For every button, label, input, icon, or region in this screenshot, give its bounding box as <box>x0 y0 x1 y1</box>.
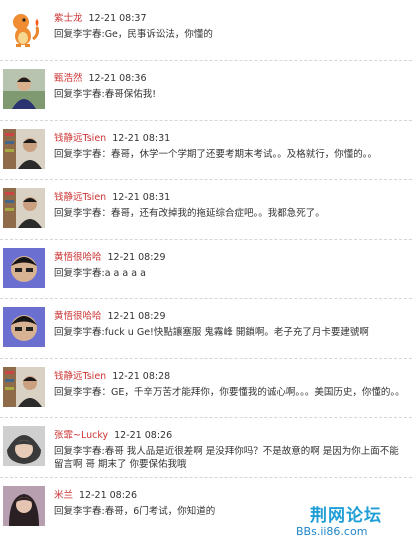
user-photo-icon <box>3 486 45 526</box>
comment-item: 黄悟很哈哈 12-21 08:29 回复李宇春:fuck u Ge!快點讓塞服 鬼… <box>0 298 412 359</box>
user-photo-icon <box>3 248 45 288</box>
comment-text: 回复李宇春：GE，千辛万苦才能拜你，你要懂我的诚心啊。。。美国历史，你懂的。。 <box>54 387 405 398</box>
comment-item: 黄悟很哈哈 12-21 08:29 回复李宇春:a a a a a <box>0 239 412 299</box>
avatar[interactable] <box>3 367 45 407</box>
avatar[interactable] <box>3 69 45 109</box>
comment-timestamp: 12-21 08:31 <box>112 192 171 203</box>
charmander-avatar-icon <box>3 9 45 49</box>
comment-username[interactable]: 钱静远Tsien <box>54 371 106 382</box>
comment-timestamp: 12-21 08:31 <box>112 133 171 144</box>
comment-item: 紫士龙 12-21 08:37 回复李宇春:Ge，民事诉讼法，你懂的 <box>0 0 412 61</box>
comment-timestamp: 12-21 08:26 <box>79 490 138 501</box>
user-photo-icon <box>3 129 45 169</box>
comment-username[interactable]: 黄悟很哈哈 <box>54 252 102 263</box>
comment-text: 回复李宇春:春哥 我人品是近很差啊 是没拜你吗？不是故意的啊 是因为你上面不能留… <box>54 446 399 470</box>
user-photo-icon <box>3 188 45 228</box>
comment-timestamp: 12-21 08:29 <box>107 311 166 322</box>
comment-text: 回复李宇春：春哥，还有改掉我的拖延综合症吧。。我都急死了。 <box>54 208 325 219</box>
avatar[interactable] <box>3 486 45 526</box>
user-photo-icon <box>3 307 45 347</box>
user-photo-icon <box>3 69 45 109</box>
avatar[interactable] <box>3 426 45 466</box>
comment-username[interactable]: 张霏~Lucky <box>54 430 108 441</box>
avatar[interactable] <box>3 307 45 347</box>
forum-watermark: 荆网论坛 BBs.ii86.com <box>293 503 412 538</box>
comment-timestamp: 12-21 08:37 <box>88 13 147 24</box>
comment-text: 回复李宇春:fuck u Ge!快點讓塞服 鬼霧峰 開鎖啊。老子充了月卡要建號啊 <box>54 327 369 338</box>
comment-item: 钱静远Tsien 12-21 08:31 回复李宇春：春哥，休学一个学期了还要考期… <box>0 120 412 180</box>
comment-text: 回复李宇春:春哥保佑我! <box>54 89 157 100</box>
comment-username[interactable]: 钱静远Tsien <box>54 133 106 144</box>
watermark-title: 荆网论坛 <box>310 506 382 526</box>
comment-item: 钱静远Tsien 12-21 08:31 回复李宇春：春哥，还有改掉我的拖延综合症… <box>0 179 412 240</box>
comment-username[interactable]: 米兰 <box>54 490 73 501</box>
comment-username[interactable]: 紫士龙 <box>54 13 83 24</box>
comment-item: 甄浩然 12-21 08:36 回复李宇春:春哥保佑我! <box>0 60 412 121</box>
comment-username[interactable]: 甄浩然 <box>54 73 83 84</box>
comment-username[interactable]: 钱静远Tsien <box>54 192 106 203</box>
comment-item: 张霏~Lucky 12-21 08:26 回复李宇春:春哥 我人品是近很差啊 是没… <box>0 417 412 478</box>
avatar[interactable] <box>3 248 45 288</box>
watermark-url: BBs.ii86.com <box>296 525 368 538</box>
comment-item: 钱静远Tsien 12-21 08:28 回复李宇春：GE，千辛万苦才能拜你，你要… <box>0 358 412 418</box>
comment-text: 回复李宇春:Ge，民事诉讼法，你懂的 <box>54 29 213 40</box>
user-photo-icon <box>3 367 45 407</box>
avatar[interactable] <box>3 188 45 228</box>
comment-timestamp: 12-21 08:26 <box>114 430 173 441</box>
user-photo-icon <box>3 426 45 466</box>
avatar[interactable] <box>3 9 45 49</box>
comment-timestamp: 12-21 08:29 <box>107 252 166 263</box>
comment-username[interactable]: 黄悟很哈哈 <box>54 311 102 322</box>
comment-timestamp: 12-21 08:28 <box>112 371 171 382</box>
comment-text: 回复李宇春:a a a a a <box>54 268 146 279</box>
comment-text: 回复李宇春：春哥，休学一个学期了还要考期末考试。。及格就行，你懂的。。 <box>54 149 378 160</box>
avatar[interactable] <box>3 129 45 169</box>
comment-timestamp: 12-21 08:36 <box>88 73 147 84</box>
